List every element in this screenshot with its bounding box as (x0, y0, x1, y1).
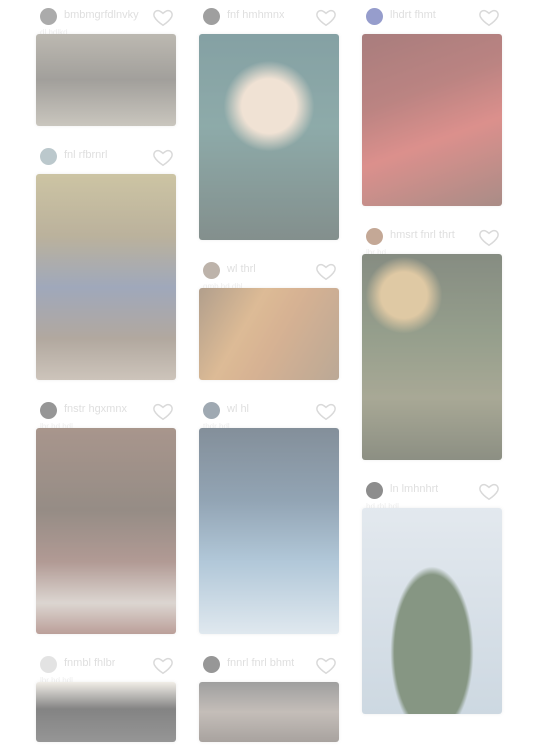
avatar[interactable] (366, 8, 383, 25)
pin-card[interactable]: hmsrt fnrl thrt lbr hd (362, 220, 502, 460)
pin-username[interactable]: lhdrt fhmt (390, 9, 436, 21)
pin-username[interactable]: fnf hmhmnx (227, 9, 284, 21)
feed-column-2: fnf hmhmnx wl thrl gmb hd dhl wl hl thdr… (199, 0, 339, 756)
pin-username[interactable]: fnmbl fhlbr (64, 657, 115, 669)
pin-photo[interactable] (36, 34, 176, 126)
pin-card-header: ln lmhnhrt hd rhl hdl (362, 474, 502, 511)
pin-card-header: lhdrt fhmt (362, 0, 502, 34)
pin-card-header: wl thrl gmb hd dhl (199, 254, 339, 291)
heart-icon[interactable] (152, 654, 174, 676)
heart-icon[interactable] (478, 6, 500, 28)
pin-card[interactable]: fnmbl fhlbr lbr hd hdl (36, 648, 176, 742)
avatar[interactable] (203, 656, 220, 673)
pin-photo[interactable] (362, 254, 502, 460)
heart-icon[interactable] (478, 480, 500, 502)
pin-card[interactable]: wl thrl gmb hd dhl (199, 254, 339, 380)
pin-card-header: bmbmgrfdlnvky dl hdlkd (36, 0, 176, 37)
pin-card[interactable]: fnnrl fnrl bhmt (199, 648, 339, 742)
pin-photo[interactable] (199, 288, 339, 380)
avatar[interactable] (40, 148, 57, 165)
pin-card-header: fnstr hgxmnx lbr hd hdl (36, 394, 176, 431)
pin-username[interactable]: hmsrt fnrl thrt (390, 229, 455, 241)
pin-card-header: fnl rfbrnrl (36, 140, 176, 174)
avatar[interactable] (203, 8, 220, 25)
avatar[interactable] (366, 482, 383, 499)
pin-username[interactable]: fnstr hgxmnx (64, 403, 127, 415)
pin-photo[interactable] (199, 428, 339, 634)
pin-feed-grid: bmbmgrfdlnvky dl hdlkd fnl rfbrnrl fnstr… (0, 0, 542, 747)
pin-photo[interactable] (36, 682, 176, 742)
pin-card-header: fnnrl fnrl bhmt (199, 648, 339, 682)
heart-icon[interactable] (315, 260, 337, 282)
pin-username[interactable]: fnnrl fnrl bhmt (227, 657, 294, 669)
pin-card-header: fnf hmhmnx (199, 0, 339, 34)
pin-card[interactable]: ln lmhnhrt hd rhl hdl (362, 474, 502, 714)
heart-icon[interactable] (315, 654, 337, 676)
pin-photo[interactable] (362, 34, 502, 206)
heart-icon[interactable] (152, 400, 174, 422)
pin-card[interactable]: fnstr hgxmnx lbr hd hdl (36, 394, 176, 634)
pin-card-header: fnmbl fhlbr lbr hd hdl (36, 648, 176, 685)
avatar[interactable] (40, 656, 57, 673)
pin-card[interactable]: lhdrt fhmt (362, 0, 502, 206)
pin-photo[interactable] (199, 682, 339, 742)
avatar[interactable] (366, 228, 383, 245)
heart-icon[interactable] (152, 146, 174, 168)
pin-card[interactable]: fnf hmhmnx (199, 0, 339, 240)
heart-icon[interactable] (152, 6, 174, 28)
avatar[interactable] (203, 402, 220, 419)
pin-username[interactable]: bmbmgrfdlnvky (64, 9, 139, 21)
pin-card-header: wl hl thdr hdl (199, 394, 339, 431)
pin-username[interactable]: fnl rfbrnrl (64, 149, 107, 161)
pin-photo[interactable] (362, 508, 502, 714)
avatar[interactable] (203, 262, 220, 279)
pin-username[interactable]: ln lmhnhrt (390, 483, 438, 495)
feed-column-1: bmbmgrfdlnvky dl hdlkd fnl rfbrnrl fnstr… (36, 0, 176, 756)
pin-card[interactable]: wl hl thdr hdl (199, 394, 339, 634)
pin-username[interactable]: wl thrl (227, 263, 256, 275)
pin-photo[interactable] (199, 34, 339, 240)
heart-icon[interactable] (315, 400, 337, 422)
feed-column-3: lhdrt fhmt hmsrt fnrl thrt lbr hd ln lmh… (362, 0, 502, 728)
pin-username[interactable]: wl hl (227, 403, 249, 415)
pin-photo[interactable] (36, 428, 176, 634)
avatar[interactable] (40, 402, 57, 419)
pin-card[interactable]: fnl rfbrnrl (36, 140, 176, 380)
pin-card-header: hmsrt fnrl thrt lbr hd (362, 220, 502, 257)
pin-card[interactable]: bmbmgrfdlnvky dl hdlkd (36, 0, 176, 126)
avatar[interactable] (40, 8, 57, 25)
pin-photo[interactable] (36, 174, 176, 380)
heart-icon[interactable] (315, 6, 337, 28)
heart-icon[interactable] (478, 226, 500, 248)
